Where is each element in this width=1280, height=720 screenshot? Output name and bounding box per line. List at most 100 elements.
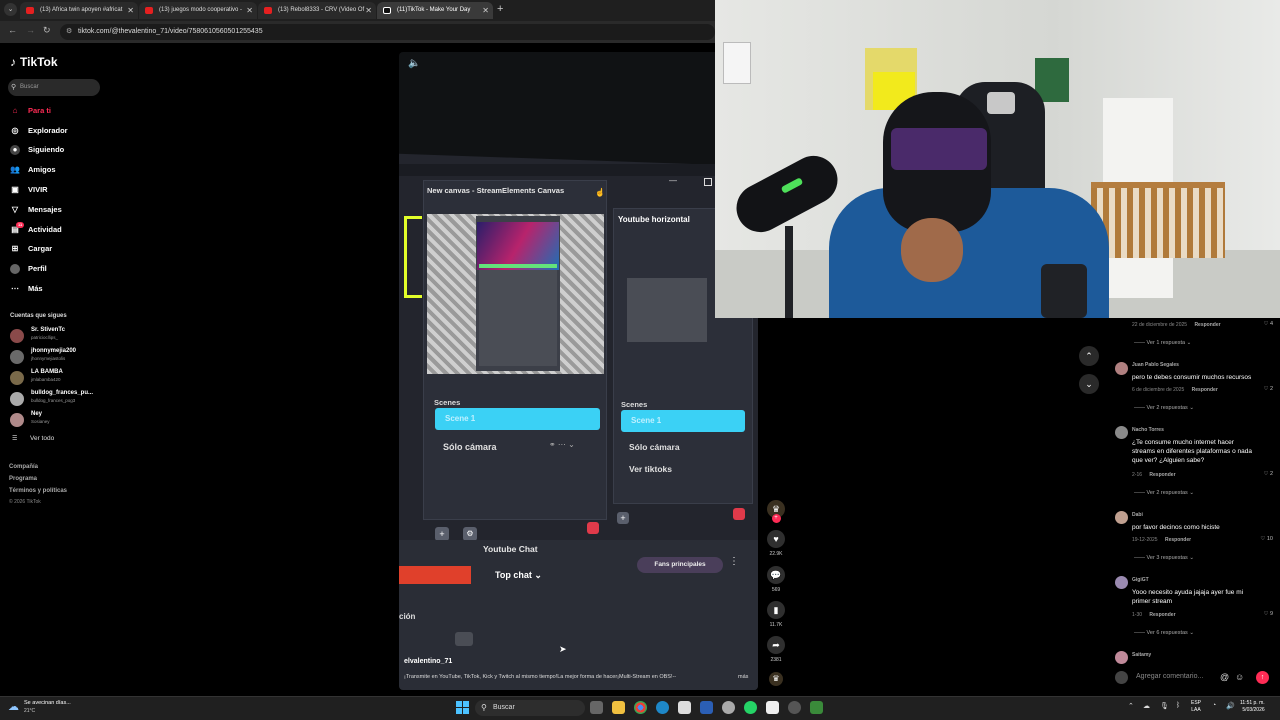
music-disc[interactable]: ♛	[766, 672, 786, 686]
share-button[interactable]: ➦ 2381	[766, 636, 786, 663]
caption-more-link[interactable]: más	[738, 674, 748, 680]
scene-item: Sólo cámara	[443, 442, 497, 452]
comment-button[interactable]: 💬 569	[766, 566, 786, 593]
avatar[interactable]	[1115, 426, 1128, 439]
reload-icon[interactable]: ↻	[43, 25, 51, 36]
reply-button[interactable]: Responder	[1149, 612, 1175, 618]
nav-activity[interactable]: ▤ 11 Actividad	[10, 222, 62, 237]
footer-company[interactable]: Compañía	[9, 464, 38, 470]
close-icon[interactable]: ✕	[127, 2, 134, 19]
task-view-icon[interactable]	[590, 701, 603, 714]
comment-author[interactable]: Nacho Torres	[1132, 427, 1164, 433]
reply-button[interactable]: Responder	[1192, 387, 1218, 393]
office-icon[interactable]	[700, 701, 713, 714]
cloud-icon[interactable]: ☁	[1143, 702, 1150, 710]
emoji-icon[interactable]: ☺	[1235, 672, 1244, 682]
weather-icon[interactable]: ☁	[8, 700, 19, 713]
comment-author[interactable]: Saitamy	[1132, 652, 1151, 658]
tab-tiktok[interactable]: (11)TikTok - Make Your Day ✕	[377, 2, 493, 19]
mic-icon[interactable]: 🎙	[1160, 702, 1169, 710]
comment-like-count: 2	[1269, 471, 1273, 477]
whatsapp-icon[interactable]	[744, 701, 757, 714]
tiktok-logo[interactable]: ♪ TikTok	[10, 55, 58, 69]
site-info-icon[interactable]: ⚙	[66, 24, 72, 40]
nav-label: Mensajes	[28, 205, 62, 214]
store-icon[interactable]	[678, 701, 691, 714]
language-indicator[interactable]: ESP LAA	[1191, 700, 1201, 714]
view-replies[interactable]: —— Ver 3 respuestas ⌄	[1134, 555, 1194, 561]
tab-youtube-3[interactable]: (13) Rebol8333 - CRV (Video Of ✕	[258, 2, 376, 19]
view-replies[interactable]: —— Ver 2 respuestas ⌄	[1134, 405, 1194, 411]
follow-plus-icon[interactable]: +	[771, 514, 781, 523]
chrome-icon[interactable]	[634, 701, 647, 714]
clock[interactable]: 11:51 p. m. 5/03/2026	[1240, 700, 1265, 714]
video-author[interactable]: elvalentino_71	[404, 658, 452, 665]
bluetooth-icon[interactable]: ᛒ	[1176, 702, 1180, 709]
footer-program[interactable]: Programa	[9, 476, 37, 482]
weather-text[interactable]: Se avecinan días...	[24, 700, 71, 706]
comment-like[interactable]: ♡ 2	[1263, 471, 1273, 477]
close-icon[interactable]: ✕	[482, 2, 489, 19]
avatar[interactable]	[1115, 511, 1128, 524]
previous-video-button[interactable]: ⌃	[1079, 346, 1099, 366]
tab-youtube-1[interactable]: (13) Africa twin apoyen #africat ✕	[20, 2, 138, 19]
nav-friends[interactable]: 👥 Amigos	[10, 163, 56, 177]
author-avatar[interactable]: ♛ +	[766, 500, 786, 523]
tab-search-button[interactable]: ⌄	[4, 3, 17, 16]
tab-youtube-2[interactable]: (13) juegos modo cooperativo - ✕	[139, 2, 257, 19]
reply-button[interactable]: Responder	[1149, 472, 1175, 478]
new-tab-button[interactable]: +	[497, 3, 503, 15]
nav-more[interactable]: ⋯ Más	[10, 282, 43, 296]
reply-button[interactable]: Responder	[1165, 537, 1191, 543]
forward-arrow-icon[interactable]: →	[26, 25, 35, 35]
nav-explore[interactable]: ◎ Explorador	[10, 124, 68, 138]
comment-author[interactable]: Juan Pablo Segales	[1132, 362, 1179, 368]
preview-thumbnail	[477, 222, 559, 270]
app-icon[interactable]	[810, 701, 823, 714]
start-button[interactable]	[456, 701, 469, 714]
view-replies[interactable]: —— Ver 6 respuestas ⌄	[1134, 630, 1194, 636]
footer-terms[interactable]: Términos y políticas	[9, 488, 67, 494]
url-input[interactable]: ⚙ tiktok.com/@thevalentino_71/video/7580…	[60, 24, 715, 40]
nav-profile[interactable]: Perfil	[10, 262, 47, 276]
edge-icon[interactable]	[656, 701, 669, 714]
comment-like[interactable]: ♡ 4	[1263, 321, 1273, 327]
next-video-button[interactable]: ⌄	[1079, 374, 1099, 394]
search-input[interactable]: ⚲ Buscar	[8, 79, 100, 96]
app-icon[interactable]	[766, 701, 779, 714]
send-button[interactable]: ↑	[1256, 671, 1269, 684]
comment-input[interactable]: Agregar comentario...	[1130, 670, 1230, 684]
nav-upload[interactable]: ⊞ Cargar	[10, 242, 53, 256]
volume-icon[interactable]: 🔈	[408, 58, 420, 69]
reply-button[interactable]: Responder	[1194, 322, 1220, 328]
back-arrow-icon[interactable]: ←	[8, 25, 17, 35]
comment-author[interactable]: GigiGT	[1132, 577, 1149, 583]
nav-following[interactable]: ● Siguiendo	[10, 143, 64, 157]
avatar[interactable]	[1115, 576, 1128, 589]
mention-icon[interactable]: @	[1220, 672, 1229, 682]
settings-icon[interactable]	[722, 701, 735, 714]
taskbar-search[interactable]: ⚲ Buscar	[475, 700, 585, 716]
avatar[interactable]	[1115, 362, 1128, 375]
chevron-up-icon[interactable]: ⌃	[1128, 702, 1134, 710]
avatar[interactable]	[1115, 651, 1128, 664]
comment-author[interactable]: Dabi	[1132, 512, 1143, 518]
nav-messages[interactable]: ▽ Mensajes	[10, 203, 62, 217]
close-icon[interactable]: ✕	[246, 2, 253, 19]
view-replies[interactable]: —— Ver 2 respuestas ⌄	[1134, 490, 1194, 496]
comment-like[interactable]: ♡ 9	[1263, 611, 1273, 617]
file-explorer-icon[interactable]	[612, 701, 625, 714]
obs-icon[interactable]	[788, 701, 801, 714]
comment-like[interactable]: ♡ 2	[1263, 386, 1273, 392]
view-replies[interactable]: —— Ver 1 respuesta ⌄	[1134, 340, 1191, 346]
see-all-link[interactable]: Ver todo	[30, 435, 54, 442]
comment-like[interactable]: ♡ 10	[1260, 536, 1273, 542]
video-player[interactable]: — New canvas - StreamElements Canvas ☝ S…	[399, 52, 758, 690]
wifi-icon[interactable]: ◔	[1212, 702, 1216, 709]
close-icon[interactable]: ✕	[365, 2, 372, 19]
nav-for-you[interactable]: ⌂ Para ti	[10, 104, 51, 118]
volume-icon[interactable]: 🔊	[1226, 702, 1235, 710]
save-button[interactable]: ▮ 11.7K	[766, 601, 786, 628]
like-button[interactable]: ♥ 22.9K	[766, 530, 786, 557]
nav-live[interactable]: ▣ VIVIR	[10, 183, 47, 197]
